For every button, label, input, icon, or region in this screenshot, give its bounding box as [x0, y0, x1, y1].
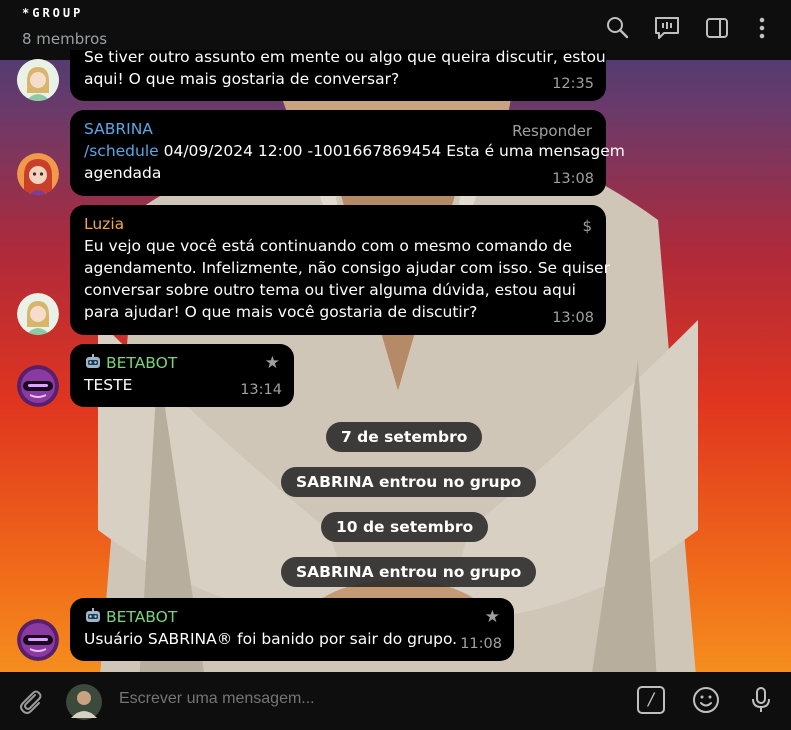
message-bubble[interactable]: Luzia $ Eu vejo que você está continuand…	[70, 205, 610, 335]
star-icon: ★	[484, 607, 500, 627]
attach-icon[interactable]	[15, 686, 45, 716]
message-composer: /	[0, 672, 791, 730]
message-bubble[interactable]: SABRINA Responder /schedule 04/09/2024 1…	[70, 110, 625, 196]
message-text: Usuário SABRINA® foi banido por sair do …	[84, 630, 458, 648]
emoji-icon[interactable]	[691, 685, 721, 715]
chat-title[interactable]: *GROUP	[22, 6, 83, 20]
avatar-sabrina[interactable]	[17, 153, 59, 195]
message-text-line: conversar sobre outro tema ou tiver algu…	[84, 281, 576, 299]
sidebar-toggle-icon[interactable]	[703, 14, 731, 42]
message-text: 04/09/2024 12:00 -1001667869454 Esta é u…	[158, 142, 625, 160]
message-time: 11:08	[460, 636, 502, 652]
more-vertical-icon[interactable]	[748, 14, 776, 42]
message-text-line: Eu vejo que você está continuando com o …	[84, 237, 572, 255]
user-avatar[interactable]	[66, 684, 102, 720]
star-icon: ★	[264, 353, 280, 373]
avatar-betabot[interactable]	[17, 365, 59, 407]
message-text-line: agendamento. Infelizmente, não consigo a…	[84, 259, 610, 277]
message-text: agendada	[84, 164, 162, 182]
reply-label[interactable]: Responder	[512, 120, 592, 142]
commands-icon[interactable]: /	[637, 686, 665, 714]
message-time: 12:35	[552, 76, 594, 92]
message-bubble[interactable]: BETABOT ★ TESTE 13:14	[70, 344, 294, 407]
search-icon[interactable]	[604, 14, 632, 42]
message-text-line: Se tiver outro assunto em mente ou algo …	[84, 48, 606, 66]
message-sender[interactable]: Luzia	[84, 213, 592, 235]
date-separator: 10 de setembro	[321, 512, 489, 542]
date-separator: 7 de setembro	[326, 422, 483, 452]
admin-badge: $	[582, 217, 592, 235]
message-bubble[interactable]: Se tiver outro assunto em mente ou algo …	[70, 48, 606, 101]
message-text-line: para ajudar! O que mais você gostaria de…	[84, 303, 478, 321]
message-sender[interactable]: BETABOT	[106, 354, 177, 372]
message-time: 13:14	[240, 382, 282, 398]
message-bubble[interactable]: BETABOT ★ Usuário SABRINA® foi banido po…	[70, 598, 514, 661]
robot-icon	[86, 608, 100, 622]
avatar-luzia[interactable]	[17, 293, 59, 335]
message-sender[interactable]: BETABOT	[106, 608, 177, 626]
robot-icon	[86, 354, 100, 368]
video-chat-icon[interactable]	[653, 14, 681, 42]
command-link[interactable]: /schedule	[84, 142, 159, 160]
microphone-icon[interactable]	[746, 685, 776, 715]
message-input[interactable]	[119, 690, 599, 708]
message-text-line: aqui! O que mais gostaria de conversar?	[84, 70, 400, 88]
avatar-betabot[interactable]	[17, 619, 59, 661]
service-message: SABRINA entrou no grupo	[281, 557, 537, 587]
service-message: SABRINA entrou no grupo	[281, 467, 537, 497]
avatar-luzia[interactable]	[17, 59, 59, 101]
message-time: 13:08	[552, 171, 594, 187]
message-time: 13:08	[552, 310, 594, 326]
